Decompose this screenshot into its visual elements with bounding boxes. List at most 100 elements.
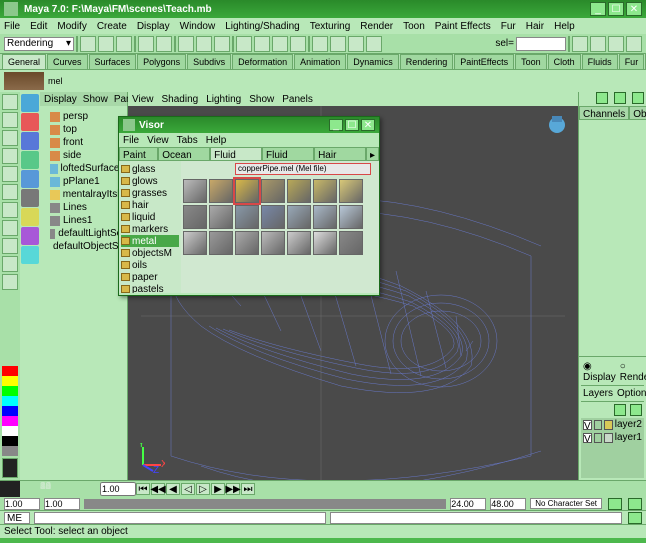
outliner-menu-show[interactable]: Show bbox=[83, 94, 108, 105]
current-frame-field[interactable] bbox=[100, 482, 136, 496]
outliner-node[interactable]: side bbox=[42, 149, 125, 162]
menu-toon[interactable]: Toon bbox=[403, 21, 425, 32]
shelf-icon-2[interactable] bbox=[21, 113, 39, 131]
visor-menu-view[interactable]: View bbox=[147, 135, 169, 146]
open-scene-button[interactable] bbox=[98, 36, 114, 52]
visor-tab[interactable]: Hair Examples bbox=[314, 147, 366, 161]
shelf-tab-fluids[interactable]: Fluids bbox=[582, 54, 618, 69]
layer-menu-layers[interactable]: Layers bbox=[583, 388, 613, 399]
quick-layout-button[interactable] bbox=[2, 458, 18, 478]
visor-tab[interactable]: Fluid Initial States bbox=[262, 147, 314, 161]
lasso-tool[interactable] bbox=[2, 112, 18, 128]
rotate-tool[interactable] bbox=[2, 148, 18, 164]
snap-plane-button[interactable] bbox=[290, 36, 306, 52]
visor-thumbnail[interactable] bbox=[287, 205, 311, 229]
color-tile[interactable] bbox=[2, 376, 18, 386]
shelf-tab-fur[interactable]: Fur bbox=[619, 54, 645, 69]
shelf-icon-6[interactable] bbox=[21, 189, 39, 207]
script-editor-button[interactable] bbox=[626, 36, 642, 52]
visor-tab-scroll[interactable]: ▸ bbox=[366, 147, 379, 161]
play-button[interactable]: ▷ bbox=[196, 483, 210, 495]
snap-point-button[interactable] bbox=[272, 36, 288, 52]
menu-display[interactable]: Display bbox=[137, 21, 170, 32]
channel-toggle-1[interactable] bbox=[596, 92, 608, 104]
cmd-lang-field[interactable]: ME bbox=[4, 512, 30, 524]
viewport-menu-panels[interactable]: Panels bbox=[282, 94, 313, 105]
prev-key-button[interactable]: ◀◀ bbox=[151, 483, 165, 495]
visor-thumbnail[interactable] bbox=[287, 231, 311, 255]
visor-thumbnail[interactable] bbox=[261, 205, 285, 229]
visor-tree-node[interactable]: objectsM bbox=[121, 247, 179, 259]
outliner-node[interactable]: mentalrayItsl1 bbox=[42, 188, 125, 201]
visor-menu-file[interactable]: File bbox=[123, 135, 139, 146]
visor-thumbnail[interactable] bbox=[339, 179, 363, 203]
channel-toggle-2[interactable] bbox=[614, 92, 626, 104]
shelf-tab-general[interactable]: General bbox=[2, 54, 46, 69]
render-globals-button[interactable] bbox=[366, 36, 382, 52]
visor-thumbnail[interactable] bbox=[235, 231, 259, 255]
layout-out[interactable] bbox=[2, 256, 18, 272]
menu-texturing[interactable]: Texturing bbox=[310, 21, 351, 32]
visor-thumbnail[interactable] bbox=[209, 205, 233, 229]
visor-thumbnail[interactable] bbox=[183, 205, 207, 229]
visor-tree-node[interactable]: glows bbox=[121, 175, 179, 187]
hypergraph-button[interactable] bbox=[590, 36, 606, 52]
shelf-tab-curves[interactable]: Curves bbox=[47, 54, 88, 69]
shelf-icon-3[interactable] bbox=[21, 132, 39, 150]
shelf-tab-toon[interactable]: Toon bbox=[515, 54, 547, 69]
maximize-button[interactable]: ☐ bbox=[608, 2, 624, 16]
menu-render[interactable]: Render bbox=[360, 21, 393, 32]
viewport-menu-lighting[interactable]: Lighting bbox=[206, 94, 241, 105]
color-tile[interactable] bbox=[2, 396, 18, 406]
script-editor-toggle[interactable] bbox=[628, 512, 642, 524]
visor-minimize-button[interactable]: _ bbox=[329, 119, 343, 131]
component-button[interactable] bbox=[572, 36, 588, 52]
anim-prefs-button[interactable] bbox=[628, 498, 642, 510]
menu-edit[interactable]: Edit bbox=[30, 21, 47, 32]
visor-thumbnail[interactable] bbox=[235, 205, 259, 229]
layer-row[interactable]: Vlayer1 bbox=[581, 431, 644, 444]
render-radio[interactable]: ○ Render bbox=[620, 361, 646, 383]
visor-tree-node[interactable]: hair bbox=[121, 199, 179, 211]
visor-thumbnail[interactable] bbox=[183, 179, 207, 203]
play-start-field[interactable] bbox=[44, 498, 80, 510]
visor-close-button[interactable]: ✕ bbox=[361, 119, 375, 131]
layer-row[interactable]: Vlayer2 bbox=[581, 418, 644, 431]
visor-thumbnail[interactable] bbox=[287, 179, 311, 203]
channel-tab-channels[interactable]: Channels bbox=[579, 106, 629, 120]
minimize-button[interactable]: _ bbox=[590, 2, 606, 16]
color-tile[interactable] bbox=[2, 426, 18, 436]
color-tile[interactable] bbox=[2, 446, 18, 456]
visor-thumbnail[interactable] bbox=[209, 179, 233, 203]
shelf-icon-7[interactable] bbox=[21, 208, 39, 226]
channel-toggle-3[interactable] bbox=[632, 92, 644, 104]
menu-help[interactable]: Help bbox=[554, 21, 575, 32]
visor-tree-node[interactable]: paper bbox=[121, 271, 179, 283]
anim-pref-button[interactable] bbox=[0, 481, 20, 497]
snap-curve-button[interactable] bbox=[254, 36, 270, 52]
visor-tree-node[interactable]: oils bbox=[121, 259, 179, 271]
outliner-button[interactable] bbox=[608, 36, 624, 52]
redo-button[interactable] bbox=[156, 36, 172, 52]
visor-tree-node[interactable]: markers bbox=[121, 223, 179, 235]
shelf-icon-8[interactable] bbox=[21, 227, 39, 245]
outliner-node[interactable]: front bbox=[42, 136, 125, 149]
range-slider[interactable] bbox=[84, 499, 446, 509]
layout-four[interactable] bbox=[2, 238, 18, 254]
shelf-selector[interactable] bbox=[4, 72, 44, 90]
visor-thumbnail[interactable] bbox=[261, 231, 285, 255]
shelf-tab-cloth[interactable]: Cloth bbox=[548, 54, 581, 69]
menu-create[interactable]: Create bbox=[97, 21, 127, 32]
autokey-button[interactable] bbox=[608, 498, 622, 510]
visor-thumbnail[interactable] bbox=[209, 231, 233, 255]
color-tile[interactable] bbox=[2, 406, 18, 416]
visor-thumbnail[interactable] bbox=[183, 231, 207, 255]
layout-persp[interactable] bbox=[2, 274, 18, 290]
outliner-node[interactable]: Lines1 bbox=[42, 214, 125, 227]
visor-thumbnail[interactable] bbox=[313, 179, 337, 203]
shelf-icon-4[interactable] bbox=[21, 151, 39, 169]
range-start-field[interactable] bbox=[4, 498, 40, 510]
outliner-node[interactable]: pPlane1 bbox=[42, 175, 125, 188]
color-tile[interactable] bbox=[2, 366, 18, 376]
scale-tool[interactable] bbox=[2, 166, 18, 182]
